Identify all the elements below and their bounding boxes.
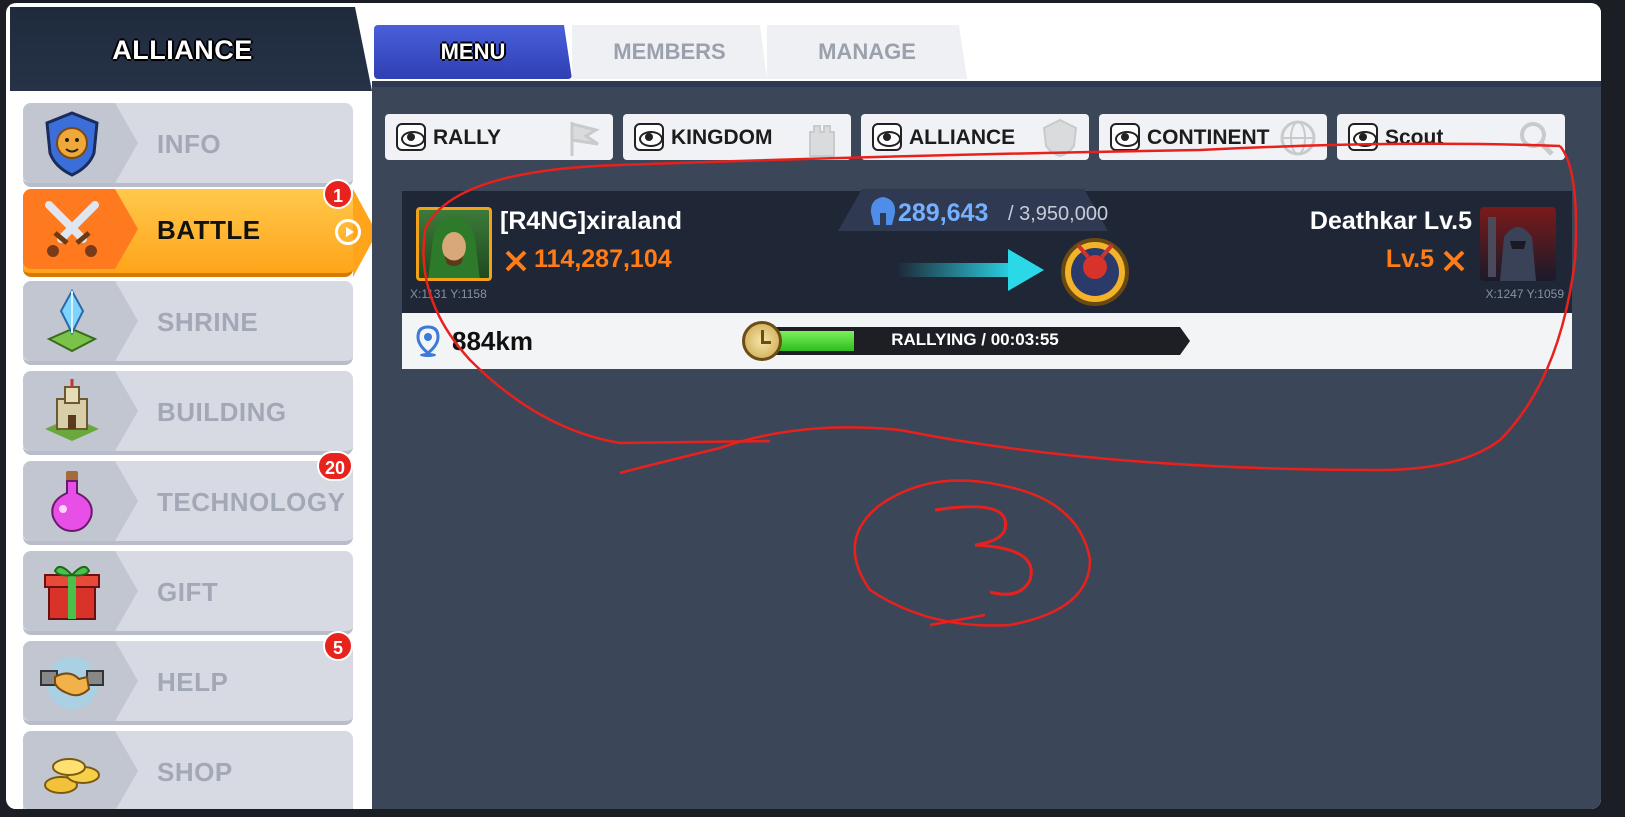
tab-menu[interactable]: MENU <box>374 25 572 79</box>
attacker-name[interactable]: [R4NG]xiraland <box>500 207 682 236</box>
crystal-shrine-icon <box>46 288 98 353</box>
filter-rally[interactable]: RALLY <box>385 114 613 160</box>
filter-label: Scout <box>1385 126 1444 149</box>
clock-icon <box>742 321 782 361</box>
eye-icon[interactable] <box>1110 123 1140 151</box>
game-window: ALLIANCE MENU MEMBERS MANAGE INFO BATTLE… <box>6 3 1601 809</box>
rally-entry[interactable]: 289,643 / 3,950,000 [R4NG]xiraland 114,2… <box>402 189 1572 313</box>
lion-shield-icon <box>45 111 99 177</box>
sidebar-item-building[interactable]: BUILDING <box>23 371 353 455</box>
dark-knight-portrait <box>1488 217 1536 281</box>
sidebar-item-info[interactable]: INFO <box>23 103 353 187</box>
sidebar-item-shop[interactable]: SHOP <box>23 731 353 809</box>
location-pin-icon <box>416 325 440 357</box>
sidebar-item-label: SHOP <box>157 757 233 787</box>
target-level: Lv.5 <box>1385 245 1434 273</box>
tab-bar: MENU MEMBERS MANAGE <box>372 7 1601 87</box>
attacker-coords[interactable]: X:1131 Y:1158 <box>410 287 487 301</box>
tab-members[interactable]: MEMBERS <box>572 25 767 79</box>
play-indicator-icon <box>335 219 361 245</box>
rally-status-text: RALLYING / 00:03:55 <box>891 330 1059 349</box>
sidebar-item-label: GIFT <box>157 577 219 607</box>
sidebar-item-label: SHRINE <box>157 307 259 337</box>
crossed-swords-icon <box>45 201 99 257</box>
filter-label: RALLY <box>433 126 502 149</box>
notification-badge: 1 <box>323 179 353 209</box>
filter-continent[interactable]: CONTINENT <box>1099 114 1327 160</box>
troops-max: / 3,950,000 <box>1008 203 1109 225</box>
gift-box-icon <box>44 565 100 620</box>
sidebar-item-label: BUILDING <box>157 397 287 427</box>
sidebar-item-label: HELP <box>157 667 229 697</box>
sidebar-item-label: BATTLE <box>157 215 261 245</box>
potion-flask-icon <box>51 471 93 533</box>
sidebar-item-gift[interactable]: GIFT <box>23 551 353 635</box>
eye-icon[interactable] <box>634 123 664 151</box>
sidebar-item-label: INFO <box>157 129 222 159</box>
march-arrow-icon <box>896 249 1044 291</box>
magnifier-icon <box>1520 122 1554 156</box>
rally-status-strip: 884km RALLYING / 00:03:55 <box>402 313 1572 369</box>
filter-label: CONTINENT <box>1147 126 1270 149</box>
battle-panel: RALLY KINGDOM ALLIANCE CONTINENT Scout 2… <box>372 87 1601 809</box>
filter-alliance[interactable]: ALLIANCE <box>861 114 1089 160</box>
eye-icon[interactable] <box>1348 123 1378 151</box>
helmet-icon <box>870 197 896 225</box>
distance: 884km <box>452 326 533 356</box>
hooded-archer-portrait <box>428 215 480 278</box>
notification-badge: 5 <box>323 631 353 661</box>
crossed-swords-small-icon <box>1443 250 1465 272</box>
notification-badge: 20 <box>316 451 353 481</box>
sidebar-item-label: TECHNOLOGY <box>157 487 346 517</box>
attacker-avatar[interactable] <box>416 207 492 281</box>
troops-current: 289,643 <box>898 199 989 227</box>
eye-icon[interactable] <box>872 123 902 151</box>
filter-scout[interactable]: Scout <box>1337 114 1565 160</box>
filter-label: ALLIANCE <box>909 126 1016 149</box>
handshake-icon <box>40 657 104 709</box>
rally-progress-bar: RALLYING / 00:03:55 <box>770 327 1190 355</box>
attacker-power: 114,287,104 <box>534 245 672 273</box>
filter-label: KINGDOM <box>671 126 773 149</box>
tab-manage[interactable]: MANAGE <box>767 25 967 79</box>
alliance-crest-icon <box>1042 118 1078 158</box>
alliance-title-block: ALLIANCE <box>10 7 372 91</box>
sidebar-item-shrine[interactable]: SHRINE <box>23 281 353 365</box>
castle-icon <box>45 379 99 441</box>
sidebar-item-technology[interactable]: TECHNOLOGY 20 <box>23 451 353 545</box>
monster-target-icon[interactable] <box>1058 235 1132 309</box>
page-title: ALLIANCE <box>112 35 253 65</box>
target-name[interactable]: Deathkar Lv.5 <box>1310 207 1472 236</box>
flag-icon <box>570 122 600 156</box>
castle-tower-icon <box>809 125 835 157</box>
sidebar-item-battle[interactable]: BATTLE 1 <box>23 179 372 277</box>
sidebar-item-help[interactable]: HELP 5 <box>23 631 353 725</box>
filter-kingdom[interactable]: KINGDOM <box>623 114 851 160</box>
globe-icon <box>1280 120 1316 156</box>
sidebar: INFO BATTLE 1 SHRINE BUILDING TECHNOLOGY… <box>10 91 372 809</box>
crossed-swords-small-icon <box>505 250 527 272</box>
eye-icon[interactable] <box>396 123 426 151</box>
target-avatar[interactable] <box>1480 207 1556 281</box>
gold-coins-icon <box>44 758 100 794</box>
target-coords[interactable]: X:1247 Y:1059 <box>1485 287 1564 301</box>
